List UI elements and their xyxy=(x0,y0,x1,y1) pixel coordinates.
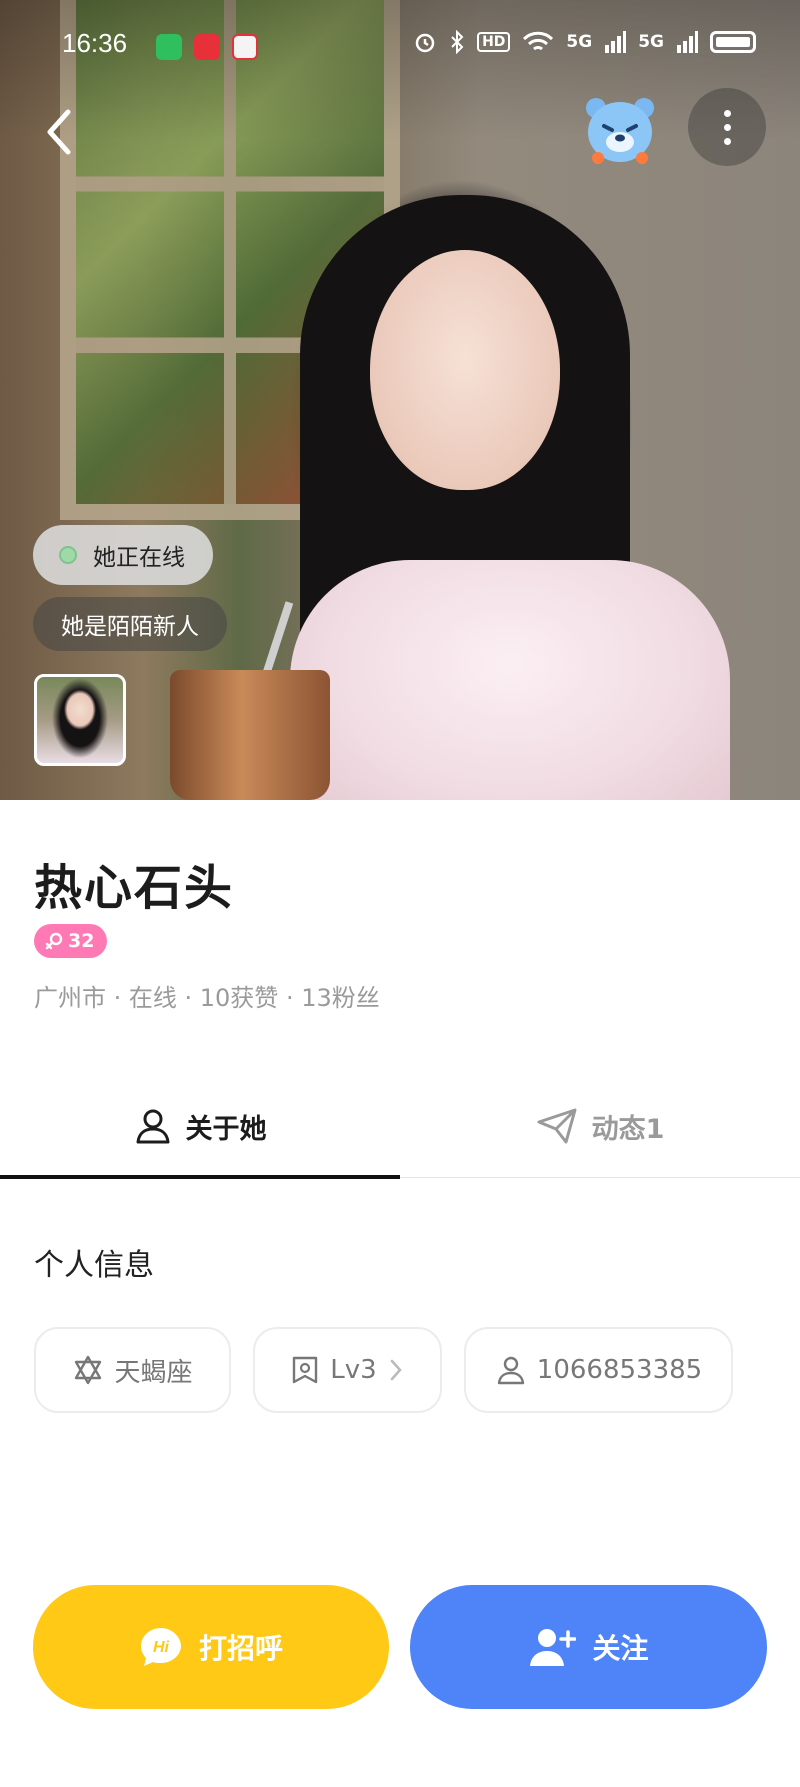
add-user-icon xyxy=(530,1629,577,1666)
tab-moments[interactable]: 动态1 xyxy=(400,1074,800,1178)
battery-icon xyxy=(710,31,756,53)
person-icon xyxy=(136,1109,169,1144)
status-indicators: HD 5G 5G xyxy=(413,30,756,54)
more-options-button[interactable] xyxy=(688,88,766,166)
photo-blouse xyxy=(290,560,730,800)
more-dot xyxy=(723,109,731,117)
online-status-chip: 她正在线 xyxy=(33,525,213,585)
status-bar: 16:36 HD 5G 5G xyxy=(0,0,800,92)
gender-age-badge: 32 xyxy=(34,924,108,958)
online-status-text: 她正在线 xyxy=(93,545,185,571)
user-id-text: 1066853385 xyxy=(536,1355,703,1385)
chevron-right-icon xyxy=(390,1359,402,1381)
level-text: Lv3 xyxy=(330,1355,377,1385)
user-id-chip: 1066853385 xyxy=(464,1327,733,1413)
personal-info-title: 个人信息 xyxy=(34,1248,154,1283)
battery-app-icon xyxy=(156,34,182,60)
tab-moments-label: 动态1 xyxy=(591,1113,665,1145)
signal-5g-2: 5G xyxy=(638,32,664,52)
video-app-icon xyxy=(194,34,220,60)
profile-name: 热心石头 xyxy=(34,860,235,916)
active-tab-indicator xyxy=(0,1175,400,1179)
photo-thumbnail[interactable] xyxy=(34,674,126,766)
photo-face xyxy=(370,250,560,490)
bear-mascot-button[interactable] xyxy=(582,92,658,168)
hd-indicator: HD xyxy=(477,32,511,52)
photo-mug xyxy=(170,670,330,800)
profile-meta: 广州市 · 在线 · 10获赞 · 13粉丝 xyxy=(34,984,380,1012)
paper-plane-icon xyxy=(537,1108,577,1144)
profile-tabs: 关于她 动态1 xyxy=(0,1074,800,1179)
bear-mascot-icon xyxy=(586,98,654,164)
follow-label: 关注 xyxy=(592,1632,649,1665)
tab-about-her[interactable]: 关于她 xyxy=(0,1074,400,1178)
signal-5g-1: 5G xyxy=(566,32,593,52)
tab-about-label: 关于她 xyxy=(185,1113,267,1145)
sohu-video-icon xyxy=(232,34,258,60)
bluetooth-icon xyxy=(451,30,464,54)
zodiac-text: 天蝎座 xyxy=(114,1357,193,1388)
online-dot-icon xyxy=(59,546,77,564)
age-text: 32 xyxy=(68,930,95,952)
female-icon xyxy=(45,932,63,950)
signal-bars-icon-2 xyxy=(677,31,698,53)
star-of-david-icon xyxy=(75,1355,102,1385)
more-dot xyxy=(723,123,731,131)
user-icon xyxy=(497,1356,524,1385)
newbie-chip: 她是陌陌新人 xyxy=(33,597,227,651)
back-button[interactable] xyxy=(30,100,94,164)
status-time: 16:36 xyxy=(62,28,128,58)
greet-label: 打招呼 xyxy=(198,1632,283,1665)
zodiac-chip: 天蝎座 xyxy=(34,1327,231,1413)
level-chip[interactable]: Lv3 xyxy=(253,1327,442,1413)
newbie-text: 她是陌陌新人 xyxy=(61,614,199,640)
greet-button[interactable]: Hi 打招呼 xyxy=(33,1585,389,1709)
wifi-icon xyxy=(523,31,554,51)
more-dot xyxy=(723,137,731,145)
hi-bubble-icon: Hi xyxy=(140,1628,181,1666)
level-badge-icon xyxy=(293,1356,318,1384)
signal-bars-icon xyxy=(605,31,627,53)
hi-bubble-text: Hi xyxy=(153,1639,170,1656)
chevron-left-icon xyxy=(47,109,71,155)
alarm-icon xyxy=(415,33,435,53)
follow-button[interactable]: 关注 xyxy=(410,1585,767,1709)
